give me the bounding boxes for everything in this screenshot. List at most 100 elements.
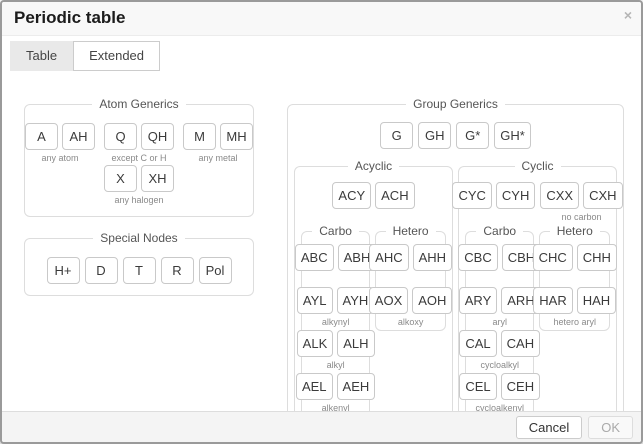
cyclic-hetero-button[interactable]: HAH (577, 287, 616, 314)
atom-generic-button[interactable]: AH (62, 123, 95, 150)
cyclic-hetero-button[interactable]: CHH (577, 244, 617, 271)
atom-generic-button[interactable]: QH (141, 123, 174, 150)
cyclic-carbo-section: Carbo CBCCBH ARYARH aryl (465, 225, 534, 411)
hetero-legend: Hetero (550, 225, 600, 238)
cyclic-button[interactable]: CXH (583, 182, 622, 209)
acyclic-section: Acyclic ACYACH Carbo (294, 160, 453, 411)
special-node-button[interactable]: T (123, 257, 156, 284)
acyclic-legend: Acyclic (348, 160, 399, 173)
carbo-group: CELCEH cycloalkenyl (459, 373, 540, 411)
group-generics-legend: Group Generics (406, 98, 505, 111)
group-generic-button[interactable]: GH (418, 122, 451, 149)
acyclic-carbo-section: Carbo ABCABH AYLAYH alkynyl (301, 225, 370, 411)
carbo-group: AELAEH alkenyl (296, 373, 375, 411)
cyclic-carbo-button[interactable]: CBC (458, 244, 497, 271)
cyclic-hetero-section: Hetero CHCCHH HARHAH hetero a (539, 225, 610, 331)
button-pair: CYCCYH (452, 182, 535, 209)
acyclic-carbo-button[interactable]: ALH (337, 330, 374, 357)
group-caption: cycloalkenyl (475, 402, 524, 411)
group-caption: aryl (492, 316, 507, 328)
group-caption: hetero aryl (553, 316, 596, 328)
button-pair: ARYARH (459, 287, 541, 314)
atom-generic-group: XXH any halogen (104, 165, 174, 206)
acyclic-carbo-button[interactable]: AEH (337, 373, 376, 400)
button-pair: AOXAOH (369, 287, 453, 314)
acyclic-hetero-button[interactable]: AOH (412, 287, 452, 314)
carbo-group: AYLAYH alkynyl (297, 287, 374, 328)
carbo-group: ARYARH aryl (459, 287, 541, 328)
cyclic-carbo-button[interactable]: CAH (501, 330, 540, 357)
button-pair: ABCABH (295, 244, 376, 271)
group-caption: no carbon (561, 211, 601, 223)
group-generics-section: Group Generics GGHG*GH* Acyclic ACYACH (287, 98, 624, 411)
cyclic-carbo-button[interactable]: CAL (459, 330, 496, 357)
tab-table[interactable]: Table (10, 41, 73, 71)
close-icon[interactable]: × (624, 8, 632, 22)
cyclic-hetero-button[interactable]: CHC (533, 244, 573, 271)
acyclic-carbo-button[interactable]: ALK (297, 330, 334, 357)
cyclic-button[interactable]: CXX (540, 182, 579, 209)
button-pair: QQH (104, 123, 174, 150)
carbo-groups: ABCABH AYLAYH alkynyl ALKAL (306, 241, 365, 411)
acyclic-carbo-button[interactable]: AYL (297, 287, 333, 314)
button-pair: CALCAH (459, 330, 540, 357)
acyclic-hetero-button[interactable]: AOX (369, 287, 408, 314)
atom-generic-button[interactable]: MH (220, 123, 253, 150)
acyclic-hetero-button[interactable]: AHC (369, 244, 408, 271)
special-node-button[interactable]: H+ (47, 257, 80, 284)
acyclic-columns: Carbo ABCABH AYLAYH alkynyl (301, 225, 446, 411)
hetero-group: CHCCHH (533, 244, 617, 285)
group-generics-columns: Acyclic ACYACH Carbo (294, 160, 617, 411)
cyclic-group: CXXCXH no carbon (540, 182, 622, 223)
atom-generic-button[interactable]: X (104, 165, 137, 192)
acyclic-button[interactable]: ACH (375, 182, 414, 209)
cyclic-button[interactable]: CYC (452, 182, 491, 209)
group-caption: any metal (198, 152, 237, 164)
group-generic-button[interactable]: GH* (494, 122, 531, 149)
atom-generic-button[interactable]: M (183, 123, 216, 150)
atom-generic-button[interactable]: A (25, 123, 58, 150)
hetero-groups: AHCAHH AOXAOH alkoxy (380, 241, 441, 328)
hetero-group: AHCAHH (369, 244, 452, 285)
group-generic-button[interactable]: G* (456, 122, 489, 149)
button-pair: AHCAHH (369, 244, 452, 271)
cyclic-carbo-button[interactable]: ARY (459, 287, 498, 314)
dialog-footer: Cancel OK (2, 411, 641, 442)
button-pair: XXH (104, 165, 174, 192)
button-pair: HARHAH (533, 287, 616, 314)
cyclic-button[interactable]: CYH (496, 182, 535, 209)
acyclic-button[interactable]: ACY (332, 182, 371, 209)
group-generics-top-row: GGHG*GH* (294, 122, 617, 149)
special-nodes-section: Special Nodes H+DTRPol (24, 232, 254, 296)
acyclic-hetero-button[interactable]: AHH (413, 244, 452, 271)
atom-generics-section: Atom Generics AAH any atom QQH except C … (24, 98, 254, 217)
atom-generics-legend: Atom Generics (92, 98, 185, 111)
cyclic-carbo-button[interactable]: CEH (501, 373, 540, 400)
acyclic-carbo-button[interactable]: AEL (296, 373, 333, 400)
atom-generic-button[interactable]: XH (141, 165, 174, 192)
dialog-header: Periodic table × (2, 2, 641, 36)
atom-generic-group: MMH any metal (183, 123, 253, 164)
cancel-button[interactable]: Cancel (516, 416, 582, 439)
group-generic-button[interactable]: G (380, 122, 413, 149)
special-nodes-row: H+DTRPol (31, 250, 247, 287)
acyclic-carbo-button[interactable]: ABC (295, 244, 334, 271)
tab-extended[interactable]: Extended (73, 41, 160, 71)
cyclic-carbo-button[interactable]: CEL (459, 373, 496, 400)
ok-button[interactable]: OK (588, 416, 633, 439)
special-node-button[interactable]: Pol (199, 257, 232, 284)
group-caption: alkenyl (322, 402, 350, 411)
special-node-button[interactable]: R (161, 257, 194, 284)
hetero-group: AOXAOH alkoxy (369, 287, 453, 328)
acyclic-hetero-section: Hetero AHCAHH AOXAOH alkoxy (375, 225, 446, 331)
group-caption: alkoxy (398, 316, 424, 328)
cyclic-legend: Cyclic (515, 160, 561, 173)
cyclic-hetero-button[interactable]: HAR (533, 287, 572, 314)
button-pair: ALKALH (297, 330, 375, 357)
right-column: Group Generics GGHG*GH* Acyclic ACYACH (287, 98, 624, 411)
carbo-legend: Carbo (312, 225, 359, 238)
hetero-group: HARHAH hetero aryl (533, 287, 616, 328)
left-column: Atom Generics AAH any atom QQH except C … (24, 98, 254, 411)
atom-generic-button[interactable]: Q (104, 123, 137, 150)
special-node-button[interactable]: D (85, 257, 118, 284)
